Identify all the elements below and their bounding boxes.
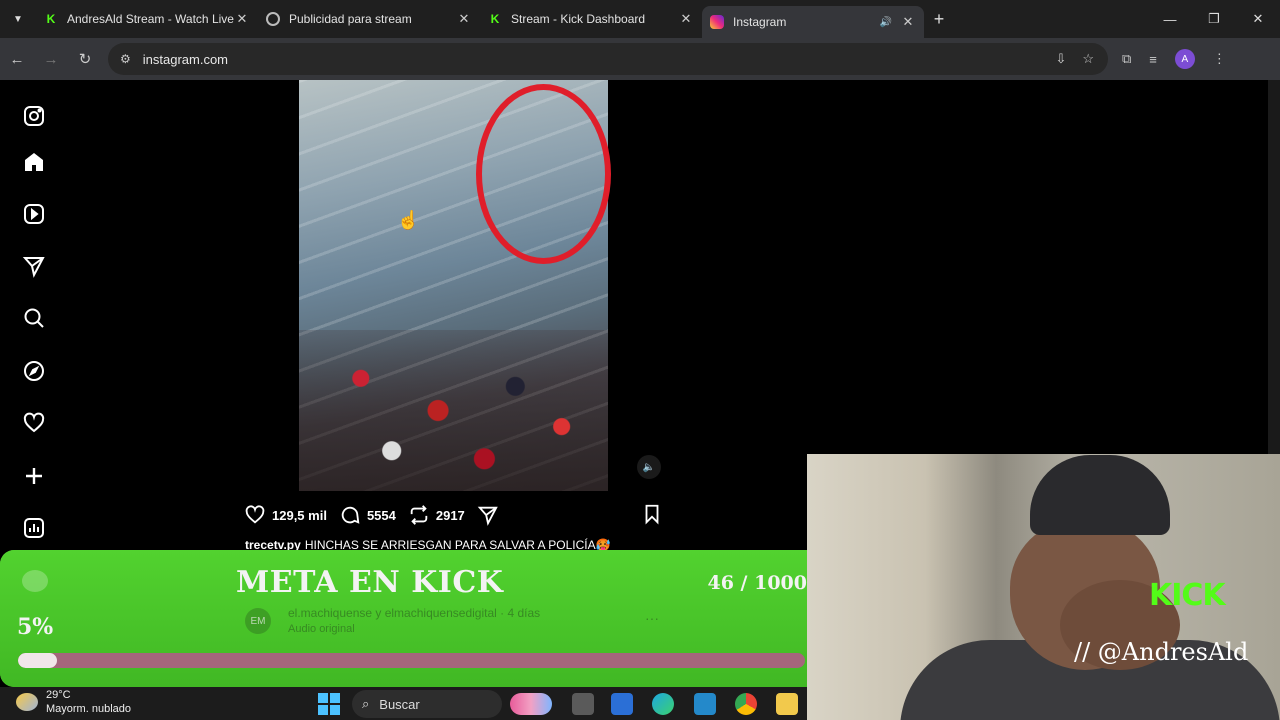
browser-toolbar: ← → ↻ ⚙ instagram.com ⇩ ☆ ⧉ ≡ A ⋮ [0, 38, 1280, 80]
explore-icon[interactable] [20, 357, 47, 384]
vscode-app-icon[interactable] [694, 693, 716, 715]
media-controls-icon[interactable]: ≡ [1149, 52, 1157, 67]
weather-widget[interactable]: 29°C Mayorm. nublado [16, 688, 131, 716]
tab-search-button[interactable]: ▼ [0, 0, 36, 38]
bookmark-icon [645, 504, 659, 525]
bookmark-star-icon[interactable]: ☆ [1082, 51, 1094, 67]
tab-title: Publicidad para stream [289, 12, 412, 26]
task-view-icon[interactable] [572, 693, 594, 715]
weather-icon [16, 693, 38, 711]
volume-icon[interactable]: 🔈 [637, 455, 661, 479]
extensions-icon[interactable]: ⧉ [1122, 51, 1131, 67]
instagram-logo-icon[interactable] [20, 102, 47, 129]
page-scrollbar[interactable] [1268, 80, 1280, 454]
share-icon [477, 506, 498, 526]
heart-icon [245, 505, 265, 524]
instagram-sidebar [0, 80, 68, 560]
kick-icon: K [46, 12, 56, 26]
new-tab-button[interactable]: + [924, 9, 954, 30]
browser-tabstrip: ▼ K AndresAld Stream - Watch Live ✕ Publ… [0, 0, 1280, 38]
goal-count: 46 / 1000 [707, 572, 808, 594]
repost-icon [410, 505, 428, 525]
kick-logo: KICK [1149, 578, 1226, 613]
tab-title: Instagram [733, 15, 787, 29]
instagram-icon [710, 15, 724, 29]
kick-icon: K [490, 12, 500, 26]
tab-andresald-stream[interactable]: K AndresAld Stream - Watch Live ✕ [36, 0, 258, 38]
video-crowd-layer [299, 330, 608, 491]
site-settings-icon[interactable]: ⚙ [120, 52, 131, 66]
windows-taskbar: 29°C Mayorm. nublado ⌕ Buscar [0, 687, 807, 720]
install-app-icon[interactable]: ⇩ [1055, 51, 1066, 67]
create-plus-icon[interactable] [20, 462, 47, 489]
close-icon[interactable]: ✕ [456, 11, 472, 27]
close-window-button[interactable]: ✕ [1236, 0, 1280, 38]
reload-button[interactable]: ↻ [68, 50, 102, 68]
store-app-icon[interactable] [611, 693, 633, 715]
url-text: instagram.com [142, 51, 229, 67]
profile-avatar[interactable]: A [1174, 49, 1195, 69]
red-annotation-circle [476, 84, 611, 264]
search-icon[interactable] [20, 304, 47, 331]
like-count: 129,5 mil [272, 507, 327, 523]
hand-cursor-icon: ☝ [397, 210, 420, 230]
tab-publicidad[interactable]: Publicidad para stream ✕ [258, 0, 480, 38]
widgets-app-icon[interactable] [510, 693, 552, 715]
messages-icon[interactable] [20, 252, 47, 279]
tab-title: Stream - Kick Dashboard [511, 12, 646, 26]
restore-button[interactable]: ❐ [1192, 0, 1236, 38]
goal-logo-icon [22, 570, 48, 592]
weather-temperature: 29°C [46, 689, 71, 701]
minimize-button[interactable]: — [1148, 0, 1192, 38]
audio-playing-icon[interactable]: 🔊 [880, 17, 892, 28]
goal-percent: 5% [17, 614, 54, 640]
forward-button[interactable]: → [34, 51, 68, 68]
close-icon[interactable]: ✕ [234, 11, 250, 27]
comment-icon [341, 506, 360, 524]
streamer-handle: // @AndresAld [1074, 638, 1249, 666]
file-explorer-icon[interactable] [776, 693, 798, 715]
repost-button[interactable]: 2917 [408, 504, 465, 526]
tab-kick-dashboard[interactable]: K Stream - Kick Dashboard ✕ [480, 0, 702, 38]
tab-instagram[interactable]: Instagram 🔊 ✕ [702, 6, 924, 38]
next-post-author-text: el.machiquense y elmachiquensedigital [288, 606, 497, 620]
taskbar-search[interactable]: ⌕ Buscar [352, 690, 502, 718]
close-icon[interactable]: ✕ [678, 11, 694, 27]
goal-progress-fill [18, 653, 58, 668]
goal-progress-bar [18, 653, 805, 668]
repost-count: 2917 [435, 507, 465, 523]
post-actions: 129,5 mil 5554 2917 [244, 503, 517, 527]
next-post-avatar[interactable]: EM [245, 608, 271, 634]
comment-count: 5554 [366, 507, 396, 523]
comment-button[interactable]: 5554 [339, 504, 396, 526]
tab-title: AndresAld Stream - Watch Live [67, 12, 234, 26]
address-bar[interactable]: ⚙ instagram.com ⇩ ☆ [108, 43, 1108, 75]
save-button[interactable] [641, 503, 663, 530]
notifications-heart-icon[interactable] [20, 409, 47, 436]
next-post-time: · 4 días [500, 606, 541, 620]
search-icon: ⌕ [362, 696, 370, 711]
share-button[interactable] [477, 504, 505, 526]
menu-icon[interactable]: ⋮ [1213, 51, 1226, 67]
start-button[interactable] [318, 693, 340, 715]
screen: ▼ K AndresAld Stream - Watch Live ✕ Publ… [0, 0, 1280, 720]
kick-goal-overlay: EM el.machiquense y elmachiquensedigital… [0, 550, 825, 687]
edge-app-icon[interactable] [652, 693, 674, 715]
next-post-author[interactable]: el.machiquense y elmachiquensedigital · … [288, 606, 540, 620]
chatgpt-icon [266, 12, 280, 26]
chrome-app-icon[interactable] [735, 693, 757, 715]
reels-icon[interactable] [20, 200, 47, 227]
search-label: Buscar [379, 696, 420, 712]
back-button[interactable]: ← [0, 51, 34, 68]
close-icon[interactable]: ✕ [900, 14, 916, 30]
window-controls: — ❐ ✕ [1148, 0, 1280, 38]
more-options-button[interactable]: ··· [645, 610, 659, 626]
next-post-audio[interactable]: Audio original [288, 623, 355, 635]
goal-title: META EN KICK [236, 565, 504, 600]
like-button[interactable]: 129,5 mil [244, 504, 327, 526]
weather-condition: Mayorm. nublado [46, 703, 131, 715]
home-icon[interactable] [20, 148, 47, 175]
dashboard-chart-icon[interactable] [20, 514, 47, 541]
